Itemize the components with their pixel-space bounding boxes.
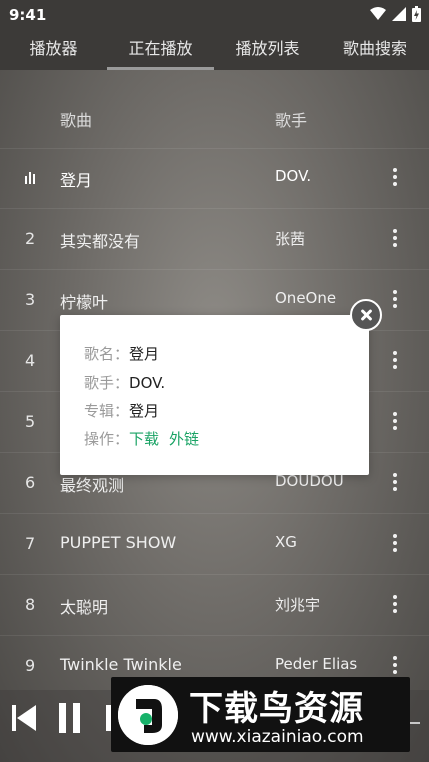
bird-logo-icon: [118, 685, 178, 745]
song-artist: DOV.: [275, 167, 312, 185]
song-row[interactable]: 7 PUPPET SHOW XG: [0, 514, 429, 575]
song-title: Twinkle Twinkle: [60, 655, 182, 674]
more-options-icon[interactable]: [388, 593, 402, 617]
song-title: 最终观测: [60, 476, 125, 495]
previous-track-icon[interactable]: [12, 705, 36, 731]
song-number: 6: [25, 473, 36, 492]
active-tab-indicator: [107, 67, 214, 70]
song-row[interactable]: 2 其实都没有 张茜: [0, 209, 429, 270]
song-title: 其实都没有: [60, 232, 141, 251]
popup-action-label: 操作：: [84, 430, 130, 448]
song-number: 2: [25, 229, 36, 248]
header-artist: 歌手: [275, 111, 308, 130]
tab-now-playing[interactable]: 正在播放: [107, 30, 214, 70]
song-number: 5: [25, 412, 36, 431]
external-link[interactable]: 外链: [169, 430, 199, 448]
popup-name-label: 歌名：: [84, 345, 130, 363]
song-number: 7: [25, 534, 36, 553]
song-title: 柠檬叶: [60, 293, 109, 312]
song-artist: OneOne: [275, 289, 337, 307]
pause-icon[interactable]: [58, 703, 82, 733]
popup-artist-line: 歌手：DOV.: [84, 372, 165, 393]
more-options-icon[interactable]: [388, 410, 402, 434]
battery-charging-icon: [412, 6, 421, 22]
song-row[interactable]: 8 太聪明 刘兆宇: [0, 575, 429, 636]
status-time: 9:41: [9, 6, 47, 24]
popup-name-line: 歌名：登月: [84, 343, 159, 364]
more-options-icon[interactable]: [388, 166, 402, 190]
status-icons: [370, 6, 421, 22]
song-title: PUPPET SHOW: [60, 533, 177, 552]
more-options-icon[interactable]: [388, 532, 402, 556]
song-artist: 刘兆宇: [275, 596, 321, 614]
popup-album-value: 登月: [129, 402, 160, 420]
wifi-icon: [370, 7, 386, 20]
tab-playlist[interactable]: 播放列表: [214, 30, 321, 70]
popup-artist-label: 歌手：: [84, 374, 130, 392]
signal-icon: [392, 7, 406, 21]
more-options-icon[interactable]: [388, 349, 402, 373]
popup-album-label: 专辑：: [84, 402, 130, 420]
list-header: 歌曲 歌手: [0, 88, 429, 149]
song-title: 登月: [60, 171, 93, 190]
watermark-url: www.xiazainiao.com: [191, 727, 364, 747]
song-artist: 张茜: [275, 230, 306, 248]
more-options-icon[interactable]: [388, 227, 402, 251]
watermark-banner: 下载鸟资源 www.xiazainiao.com: [111, 677, 410, 752]
popup-album-line: 专辑：登月: [84, 400, 159, 421]
more-options-icon[interactable]: [388, 471, 402, 495]
song-row[interactable]: 登月 DOV.: [0, 148, 429, 209]
tab-player[interactable]: 播放器: [0, 30, 107, 70]
popup-name-value: 登月: [129, 345, 160, 363]
song-artist: Peder Elias: [275, 655, 358, 673]
song-title: 太聪明: [60, 598, 109, 617]
song-number: 4: [25, 351, 36, 370]
more-options-icon[interactable]: [388, 654, 402, 678]
song-number: 9: [25, 656, 36, 675]
song-number: 3: [25, 290, 36, 309]
tab-song-search[interactable]: 歌曲搜索: [321, 30, 429, 70]
now-playing-equalizer-icon: [25, 170, 37, 184]
close-popup-button[interactable]: [350, 299, 382, 331]
popup-action-line: 操作：下载 外链: [84, 428, 209, 449]
status-bar: 9:41: [0, 0, 429, 30]
more-options-icon[interactable]: [388, 288, 402, 312]
song-artist: XG: [275, 533, 297, 551]
song-number: 8: [25, 595, 36, 614]
download-link[interactable]: 下载: [129, 430, 159, 448]
tab-bar: 播放器 正在播放 播放列表 歌曲搜索: [0, 30, 429, 70]
header-song: 歌曲: [60, 111, 93, 130]
popup-artist-value: DOV.: [129, 374, 166, 392]
song-info-popup: 歌名：登月 歌手：DOV. 专辑：登月 操作：下载 外链: [60, 315, 369, 475]
watermark-brand: 下载鸟资源: [189, 689, 364, 729]
